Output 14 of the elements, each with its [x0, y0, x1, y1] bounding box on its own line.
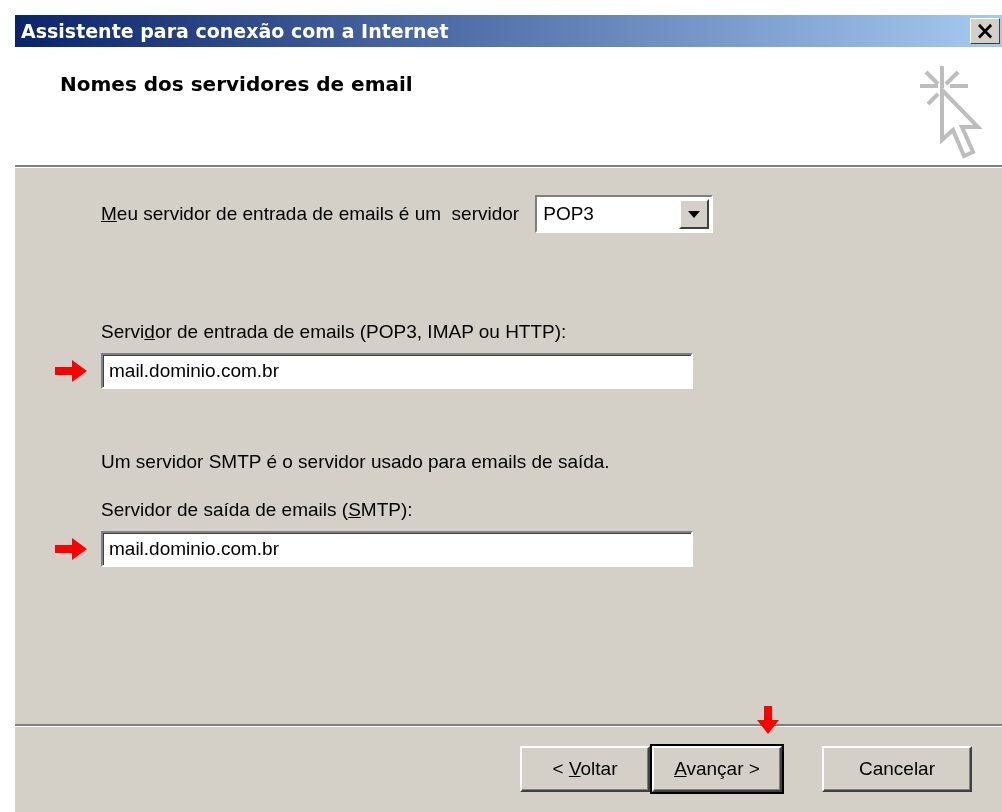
dropdown-arrow-icon: [688, 210, 701, 218]
server-type-dropdown[interactable]: POP3: [535, 195, 714, 233]
input-field[interactable]: mail.dominio.com.br: [101, 531, 693, 567]
wizard-button[interactable]: < Voltar: [520, 746, 650, 792]
field-label: Servidor de saída de emails (SMTP):: [101, 499, 414, 521]
input-field[interactable]: mail.dominio.com.br: [101, 353, 693, 389]
wizard-button[interactable]: Cancelar: [822, 746, 972, 792]
page-title: Nomes dos servidores de email: [60, 72, 413, 98]
wizard-button[interactable]: Avançar >: [652, 746, 782, 792]
field-label: Servidor de entrada de emails (POP3, IMAP ou HTTP):: [101, 321, 568, 343]
smtp-note: Um servidor SMTP é o servidor usado para emails de saída.: [101, 451, 611, 473]
window-title: Assistente para conexão com a Internet: [21, 20, 449, 42]
server-type-label: Meu servidor de entrada de emails é um servidor: [101, 203, 520, 225]
close-button[interactable]: ×: [970, 18, 1000, 44]
